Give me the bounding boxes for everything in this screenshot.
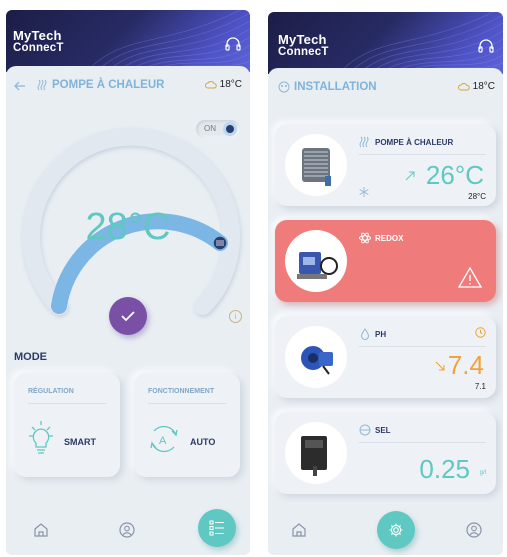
brand-logo: MyTech ConnecT — [278, 32, 329, 58]
headset-icon[interactable] — [224, 36, 242, 54]
atom-icon — [359, 232, 371, 244]
device-card-ph[interactable]: PH 7.4 7.1 — [275, 316, 496, 398]
nav-list-button[interactable] — [198, 509, 236, 547]
app-header: MyTech ConnecT — [6, 10, 250, 72]
cloud-icon — [204, 80, 217, 88]
device-name: REDOX — [375, 234, 404, 243]
brand-line1: MyTech — [13, 28, 62, 43]
installation-screen: MyTech ConnecT INSTALLATION 18°C POMPE À… — [268, 12, 503, 555]
clock-icon — [475, 327, 486, 338]
redox-image — [285, 230, 347, 292]
home-icon[interactable] — [32, 521, 50, 539]
regulation-value: SMART — [64, 437, 96, 447]
installation-icon — [278, 81, 290, 93]
weather-temp: 18°C — [219, 79, 242, 90]
fonctionnement-title: FONCTIONNEMENT — [148, 388, 215, 395]
device-card-sel[interactable]: SEL 0.25 g/l — [275, 412, 496, 494]
user-icon[interactable] — [118, 521, 136, 539]
title-bar: POMPE À CHALEUR 18°C — [6, 66, 250, 106]
divider — [359, 154, 486, 155]
gear-icon — [389, 523, 403, 537]
divider — [28, 403, 106, 404]
divider — [359, 442, 486, 443]
divider — [148, 403, 226, 404]
title-bar: INSTALLATION 18°C — [268, 68, 503, 108]
app-header: MyTech ConnecT — [268, 12, 503, 74]
nav-settings-button[interactable] — [377, 511, 415, 549]
brand-line2: ConnecT — [13, 42, 64, 54]
brand-line2: ConnecT — [278, 46, 329, 58]
device-unit: g/l — [479, 470, 486, 476]
bottom-nav — [6, 507, 250, 555]
headset-icon[interactable] — [477, 38, 495, 56]
device-sub-value: 28°C — [468, 192, 486, 201]
page-title: POMPE À CHALEUR — [52, 79, 165, 91]
cloud-icon — [457, 82, 470, 90]
brand-logo: MyTech ConnecT — [13, 28, 64, 54]
regulation-card[interactable]: RÉGULATION SMART — [14, 373, 120, 477]
device-value: 0.25 — [419, 454, 470, 484]
confirm-button[interactable] — [109, 297, 147, 335]
warning-icon[interactable] — [458, 266, 482, 288]
home-icon[interactable] — [290, 521, 308, 539]
trend-down-icon — [435, 361, 445, 371]
device-sub-value: 7.1 — [474, 382, 486, 391]
setpoint-temperature: 28°C — [85, 206, 171, 248]
fonctionnement-value: AUTO — [190, 437, 216, 447]
back-arrow-icon[interactable] — [14, 81, 26, 91]
check-icon — [121, 311, 135, 322]
heat-pump-image — [285, 134, 347, 196]
page-title: INSTALLATION — [294, 81, 377, 93]
user-icon[interactable] — [465, 521, 483, 539]
ph-pump-image — [285, 326, 347, 388]
regulation-title: RÉGULATION — [28, 388, 74, 395]
device-value: 26°C — [425, 160, 484, 190]
device-name: POMPE À CHALEUR — [375, 138, 454, 147]
salt-cell-image — [285, 422, 347, 484]
heat-icon — [359, 136, 369, 148]
bottom-nav — [268, 507, 503, 555]
drop-icon — [360, 328, 370, 340]
trend-up-icon — [405, 171, 415, 181]
lightbulb-icon — [29, 421, 53, 454]
list-icon — [209, 520, 224, 536]
svg-text:A: A — [159, 435, 167, 447]
snowflake-icon — [359, 187, 369, 197]
device-card-redox[interactable]: REDOX — [275, 220, 496, 302]
fonctionnement-card[interactable]: FONCTIONNEMENT A AUTO — [134, 373, 240, 477]
brand-line1: MyTech — [278, 32, 327, 47]
heat-icon — [37, 79, 47, 91]
device-name: PH — [375, 330, 387, 339]
main-content: POMPE À CHALEUR 18°C ON 28°C i MODE RÉGU… — [6, 66, 250, 555]
device-value: 7.4 — [447, 350, 484, 380]
weather: 18°C — [457, 81, 495, 92]
device-card-pompe[interactable]: POMPE À CHALEUR 26°C 28°C — [275, 124, 496, 206]
auto-cycle-icon: A — [150, 425, 178, 453]
device-name: SEL — [375, 426, 391, 435]
mode-title: MODE — [14, 351, 47, 363]
divider — [359, 346, 486, 347]
weather: 18°C — [204, 79, 242, 90]
info-icon[interactable]: i — [229, 310, 242, 323]
pompe-screen: MyTech ConnecT POMPE À CHALEUR 18°C ON 2… — [6, 10, 250, 555]
salt-icon — [359, 424, 371, 436]
weather-temp: 18°C — [472, 81, 495, 92]
main-content: INSTALLATION 18°C POMPE À CHALEUR 26°C 2… — [268, 68, 503, 555]
